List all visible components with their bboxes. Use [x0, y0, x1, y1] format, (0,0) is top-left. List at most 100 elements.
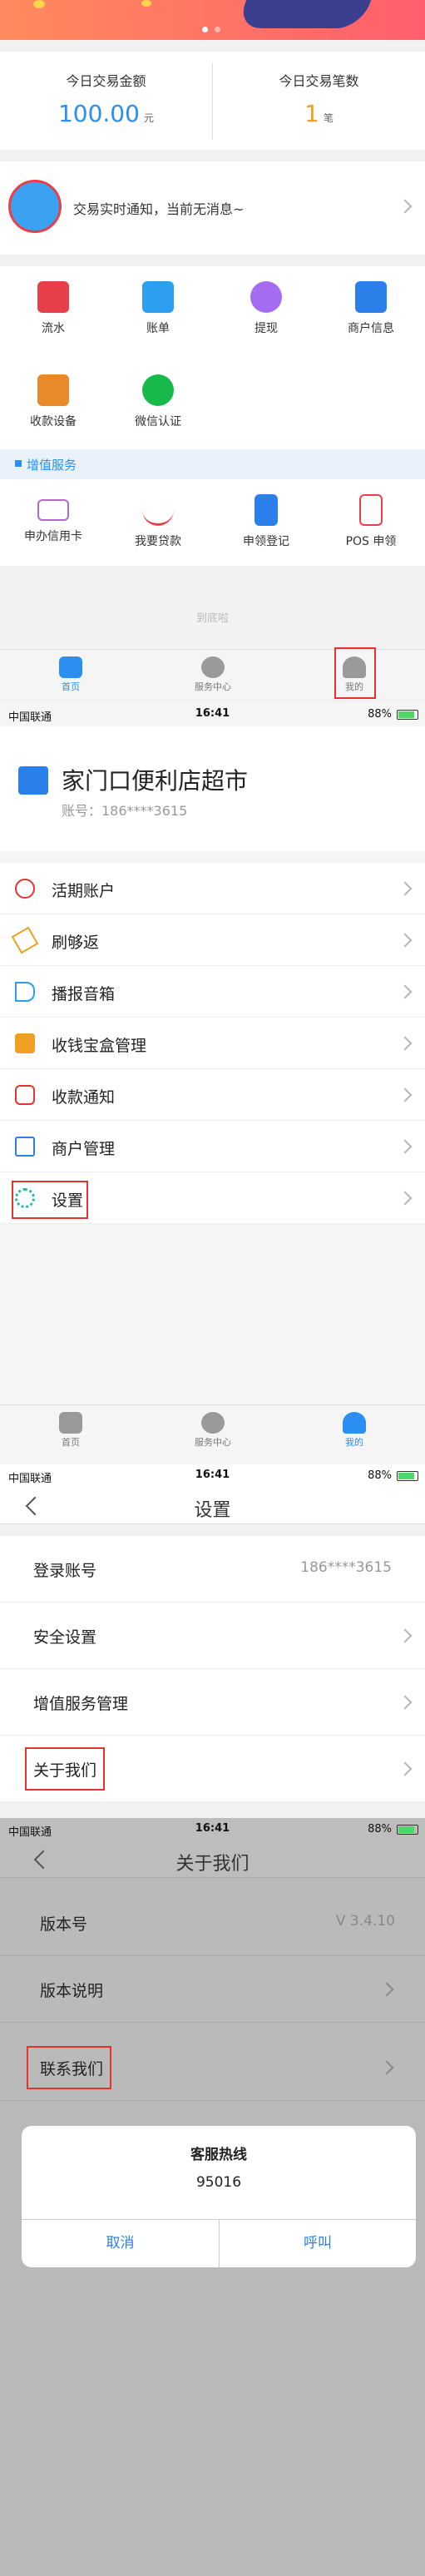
call-button[interactable]: 呼叫 — [220, 2219, 416, 2267]
grid-item-bill[interactable]: 账单 — [125, 281, 191, 336]
about-row-version: 版本号 V 3.4.10 — [0, 1890, 425, 1956]
vas-label: 申办信用卡 — [24, 530, 82, 543]
menu-item-swipe-rebate[interactable]: 刷够返 — [0, 914, 425, 966]
settings-row-vas-management[interactable]: 增值服务管理 — [0, 1669, 425, 1736]
chevron-right-icon — [398, 1036, 413, 1051]
amount-unit: 元 — [144, 112, 155, 124]
chevron-right-icon — [398, 1695, 413, 1710]
coin-icon — [141, 0, 151, 7]
battery-icon — [397, 1471, 418, 1481]
menu-label: 商户管理 — [52, 1140, 116, 1158]
home-icon — [59, 656, 82, 678]
chevron-right-icon — [398, 1087, 413, 1102]
store-name: 家门口便利店超市 — [62, 767, 249, 795]
chevron-right-icon — [379, 2060, 394, 2075]
vas-label: POS 申领 — [345, 535, 397, 548]
mascot-avatar-icon — [8, 180, 62, 233]
shop-icon — [15, 1137, 35, 1157]
menu-item-speaker[interactable]: 播报音箱 — [0, 966, 425, 1018]
menu-item-cash-box[interactable]: 收钱宝盒管理 — [0, 1018, 425, 1069]
tab-service-center[interactable]: 服务中心 — [171, 650, 255, 700]
tab-label: 服务中心 — [195, 1437, 231, 1448]
hotline-number: 95016 — [195, 2174, 242, 2191]
nav-bar: 设置 — [0, 1488, 425, 1524]
grid-item-cash-device[interactable]: 收款设备 — [20, 374, 86, 429]
yuan-circle-icon — [15, 879, 35, 899]
phone-illustration — [235, 0, 372, 28]
money-bag-icon — [250, 281, 282, 313]
chevron-right-icon — [398, 199, 413, 214]
profile-screen: 中国联通 16:41 88% 家门口便利店超市 账号：186****3615 活… — [0, 703, 425, 1464]
amount-number: 100.00 — [57, 100, 140, 127]
banner-dot[interactable] — [215, 27, 220, 32]
tab-mine[interactable]: 我的 — [313, 1405, 396, 1455]
promo-banner[interactable] — [0, 0, 425, 40]
clock: 16:41 — [195, 1469, 230, 1481]
count-number: 1 — [304, 100, 319, 127]
chevron-right-icon — [398, 1139, 413, 1154]
grid-item-ledger[interactable]: 流水 — [20, 281, 86, 336]
service-person-icon — [201, 1412, 225, 1434]
row-value: 186****3615 — [300, 1559, 392, 1576]
tab-home[interactable]: 首页 — [29, 1405, 112, 1455]
store-icon — [355, 281, 387, 313]
user-icon — [343, 1412, 366, 1434]
grid-label: 流水 — [42, 322, 65, 335]
cash-register-icon — [37, 374, 69, 406]
menu-item-payment-notice[interactable]: 收款通知 — [0, 1069, 425, 1121]
amount-label: 今日交易金额 — [66, 73, 146, 89]
grid-item-wechat-auth[interactable]: 微信认证 — [125, 374, 191, 429]
settings-row-security[interactable]: 安全设置 — [0, 1603, 425, 1669]
chevron-right-icon — [379, 1982, 394, 1997]
notice-bar[interactable]: 交易实时通知，当前无消息~ — [0, 161, 425, 255]
vas-grid: 申办信用卡 我要贷款 申领登记 POS 申领 — [0, 479, 425, 566]
menu-label: 刷够返 — [52, 934, 100, 952]
dialog-title: 客服热线 — [190, 2147, 247, 2163]
vas-item-apply-register[interactable]: 申领登记 — [233, 494, 299, 549]
store-building-icon — [18, 766, 48, 795]
grid-item-merchant-info[interactable]: 商户信息 — [338, 281, 404, 336]
grid-label: 收款设备 — [30, 415, 77, 429]
menu-item-merchant-management[interactable]: 商户管理 — [0, 1121, 425, 1172]
home-tab-bar: 首页 服务中心 我的 — [0, 647, 425, 700]
tab-label: 我的 — [345, 1437, 363, 1448]
home-icon — [59, 1412, 82, 1434]
tab-service-center[interactable]: 服务中心 — [171, 1405, 255, 1455]
grid-label: 账单 — [146, 322, 170, 335]
hotline-dialog: 客服热线 95016 取消 呼叫 — [22, 2126, 416, 2267]
tab-home[interactable]: 首页 — [29, 650, 112, 700]
highlight-box — [12, 1181, 88, 1219]
banner-dot-active[interactable] — [202, 27, 208, 32]
vas-label: 申领登记 — [243, 535, 289, 548]
store-header: 家门口便利店超市 账号：186****3615 — [0, 726, 425, 851]
service-person-icon — [201, 656, 225, 678]
function-grid: 流水 账单 提现 商户信息 收款设备 微信认证 — [0, 266, 425, 449]
chevron-right-icon — [398, 881, 413, 896]
menu-label: 收钱宝盒管理 — [52, 1037, 147, 1055]
vas-item-loan[interactable]: 我要贷款 — [125, 494, 191, 549]
about-row-release-notes[interactable]: 版本说明 — [0, 1956, 425, 2023]
highlight-box — [25, 1747, 105, 1791]
section-marker — [15, 460, 22, 467]
row-label: 安全设置 — [33, 1628, 97, 1647]
count-unit: 笔 — [323, 112, 334, 124]
credit-card-icon — [37, 499, 69, 521]
vas-item-credit-card[interactable]: 申办信用卡 — [20, 494, 86, 544]
menu-item-current-account[interactable]: 活期账户 — [0, 863, 425, 914]
wechat-check-icon — [142, 374, 174, 406]
vas-item-pos-apply[interactable]: POS 申领 — [338, 494, 404, 549]
cancel-button[interactable]: 取消 — [22, 2219, 219, 2267]
vas-title-text: 增值服务 — [27, 458, 77, 473]
vas-label: 我要贷款 — [135, 535, 181, 548]
pos-terminal-icon — [359, 494, 383, 526]
grid-item-withdraw[interactable]: 提现 — [233, 281, 299, 336]
message-icon — [15, 1085, 35, 1105]
speaker-icon — [15, 982, 35, 1002]
settings-row-login-account: 登录账号 186****3615 — [0, 1536, 425, 1603]
battery-percent: 88% — [368, 1469, 392, 1482]
account-number: 账号：186****3615 — [62, 803, 188, 819]
count-value: 1 笔 — [213, 100, 425, 127]
menu-label: 活期账户 — [52, 882, 116, 900]
tab-label: 服务中心 — [195, 681, 231, 692]
row-label: 版本说明 — [40, 1982, 104, 2000]
